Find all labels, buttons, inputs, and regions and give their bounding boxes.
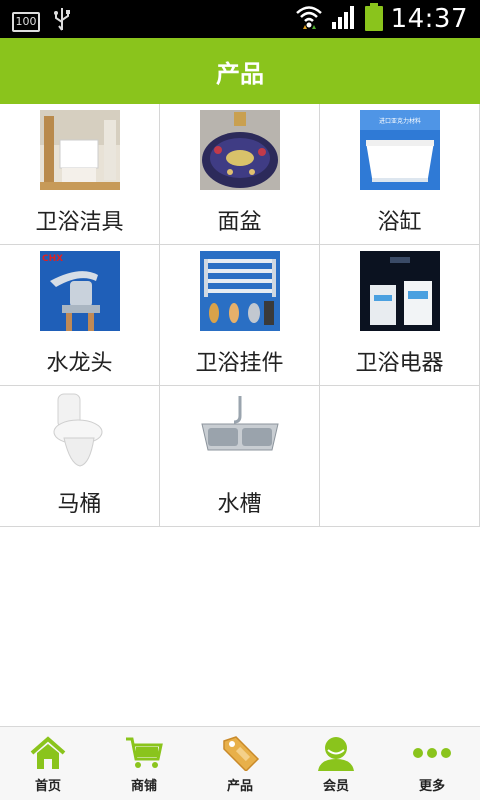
product-label: 马桶 — [57, 492, 102, 517]
product-item-basin[interactable]: 面盆 — [160, 104, 320, 244]
home-icon — [28, 735, 68, 771]
battery-icon — [364, 3, 383, 35]
product-label: 面盆 — [217, 210, 262, 235]
title-bar: 产品 — [0, 38, 480, 104]
clock-time: 14:37 — [390, 4, 468, 34]
product-grid: 卫浴洁具 面盆 进口亚克力材料 浴缸 CHX 水龙头 卫浴挂件 卫浴电器 马桶 … — [0, 104, 480, 527]
bathtub-photo: 进口亚克力材料 — [360, 110, 440, 190]
product-item-faucet[interactable]: CHX 水龙头 — [0, 245, 160, 385]
product-item-sink[interactable]: 水槽 — [160, 386, 320, 526]
product-label: 水龙头 — [46, 351, 113, 376]
nav-label: 商铺 — [130, 779, 157, 794]
nav-label: 会员 — [322, 779, 349, 794]
nav-label: 首页 — [34, 779, 61, 794]
more-icon — [412, 735, 452, 771]
product-item-towel-rack[interactable]: 卫浴挂件 — [160, 245, 320, 385]
bottom-nav: 首页 商铺 产品 会员 更多 — [0, 726, 480, 800]
cart-icon — [124, 735, 164, 771]
nav-label: 产品 — [226, 779, 253, 794]
faucet-photo-text: CHX — [42, 254, 63, 264]
product-item-water-heater[interactable]: 卫浴电器 — [320, 245, 480, 385]
status-bar: 100 14:37 — [0, 0, 480, 38]
product-item-bathtub[interactable]: 进口亚克力材料 浴缸 — [320, 104, 480, 244]
battery-level-icon: 100 — [12, 12, 40, 32]
basin-photo — [200, 110, 280, 190]
sink-photo — [200, 392, 280, 472]
sanitary-ware-photo — [40, 110, 120, 190]
nav-member[interactable]: 会员 — [288, 727, 384, 800]
wifi-icon — [295, 4, 323, 34]
product-item-sanitary-ware[interactable]: 卫浴洁具 — [0, 104, 160, 244]
signal-icon — [331, 4, 357, 34]
user-icon — [316, 735, 356, 771]
product-item-toilet[interactable]: 马桶 — [0, 386, 160, 526]
product-label: 水槽 — [217, 492, 262, 517]
page-title: 产品 — [216, 59, 264, 88]
product-label: 卫浴电器 — [355, 351, 444, 376]
usb-icon — [54, 8, 70, 36]
nav-shop[interactable]: 商铺 — [96, 727, 192, 800]
nav-products[interactable]: 产品 — [192, 727, 288, 800]
empty-grid-cell — [320, 386, 480, 526]
toilet-photo — [40, 392, 120, 472]
tag-icon — [220, 735, 260, 773]
product-label: 浴缸 — [377, 210, 422, 235]
product-label: 卫浴挂件 — [195, 351, 284, 376]
bathtub-photo-text: 进口亚克力材料 — [379, 117, 421, 125]
grid-row: 卫浴洁具 面盆 进口亚克力材料 浴缸 — [0, 104, 480, 245]
nav-home[interactable]: 首页 — [0, 727, 96, 800]
nav-more[interactable]: 更多 — [384, 727, 480, 800]
nav-label: 更多 — [418, 779, 445, 794]
grid-row: CHX 水龙头 卫浴挂件 卫浴电器 — [0, 245, 480, 386]
product-label: 卫浴洁具 — [35, 210, 124, 235]
towel-rack-photo — [200, 251, 280, 331]
faucet-photo: CHX — [40, 251, 120, 331]
water-heater-photo — [360, 251, 440, 331]
grid-row: 马桶 水槽 — [0, 386, 480, 527]
